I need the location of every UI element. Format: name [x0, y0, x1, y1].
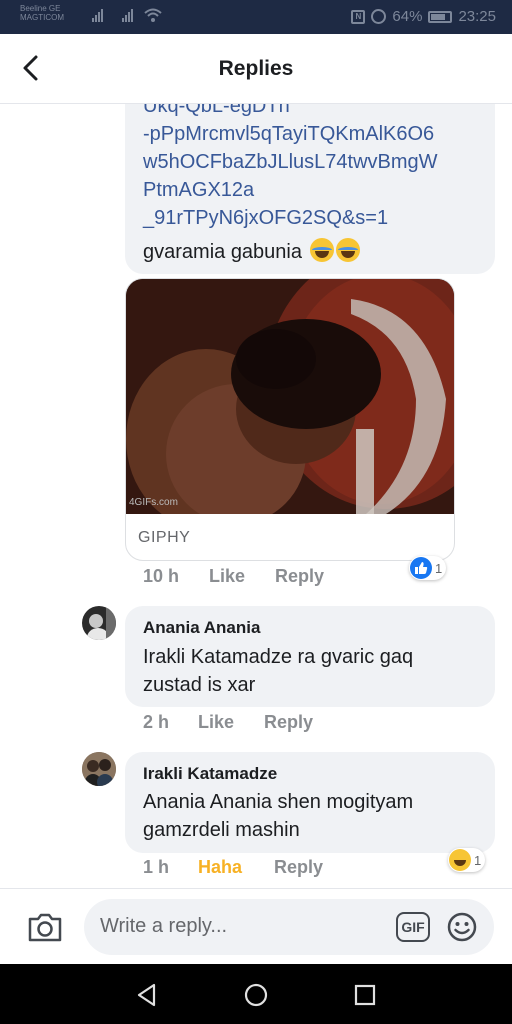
joy-emoji [309, 238, 334, 262]
haha-reaction-button[interactable]: Haha [198, 857, 242, 878]
comment-text-1-value: gvaramia gabunia [143, 241, 302, 263]
alarm-icon [371, 9, 387, 24]
header: Replies [0, 34, 512, 104]
link-line-4[interactable]: PtmAGX12a [143, 176, 438, 204]
like-button-2[interactable]: Like [198, 712, 234, 733]
link-line-5[interactable]: _91rTPyN6jxOFG2SQ&s=1 [143, 204, 438, 232]
author-name-2[interactable]: Anania Anania [143, 618, 260, 638]
reply-composer: Write a reply... GIF [0, 888, 512, 964]
like-icon [410, 557, 432, 579]
battery-icon [428, 10, 453, 23]
comment-time-1: 10 h [143, 566, 180, 586]
reply-button-2[interactable]: Reply [264, 712, 313, 733]
link-line-3[interactable]: w5hOCFbaZbJLlusL74twvBmgW [143, 148, 438, 176]
recents-square-icon[interactable] [352, 982, 378, 1008]
gif-card[interactable]: 4GIFs.com GIPHY [125, 278, 455, 561]
back-triangle-icon[interactable] [134, 982, 160, 1008]
reply-button-3[interactable]: Reply [274, 857, 323, 878]
author-name-3[interactable]: Irakli Katamadze [143, 764, 277, 784]
comment-text-3: Anania Anania shen mogityam gamzrdeli ma… [143, 788, 413, 844]
camera-icon[interactable] [27, 911, 63, 943]
page-title: Replies [218, 57, 294, 80]
reply-input[interactable]: Write a reply... GIF [84, 899, 494, 955]
carrier-label: Beeline GE MAGTICOM [20, 4, 64, 22]
gif-image[interactable]: 4GIFs.com [126, 279, 454, 514]
comment-text-1: gvaramia gabunia [143, 238, 360, 266]
gif-watermark: 4GIFs.com [129, 497, 178, 508]
comment-time-3: 1 h [143, 857, 170, 877]
nfc-icon: N [351, 9, 366, 24]
reaction-badge-1[interactable]: 1 [409, 556, 447, 580]
home-circle-icon[interactable] [243, 982, 269, 1008]
battery-percent: 64% [392, 8, 423, 25]
reply-placeholder[interactable]: Write a reply... [100, 915, 227, 938]
status-bar: Beeline GE MAGTICOM N 64% 23:25 [0, 0, 512, 34]
comment-text-2: Irakli Katamadze ra gvaric gaq zustad is… [143, 643, 413, 699]
like-button-1[interactable]: Like [209, 566, 245, 587]
clock: 23:25 [458, 8, 496, 25]
reaction-badge-3[interactable]: 1 [448, 848, 486, 872]
comment-meta-3: 1 h Haha Reply [0, 857, 512, 881]
signal-icon-2 [122, 8, 133, 22]
comment-link[interactable]: Ukq-QbL-egDTh -pPpMrcmvl5qTayiTQKmAlK6O6… [143, 92, 438, 232]
comment-line: Irakli Katamadze ra gvaric gaq [143, 646, 414, 668]
comment-meta-2: 2 h Like Reply [0, 712, 512, 736]
reply-button-1[interactable]: Reply [275, 566, 324, 587]
comment-line: gamzrdeli mashin [143, 819, 300, 841]
link-line-2[interactable]: -pPpMrcmvl5qTayiTQKmAlK6O6 [143, 120, 438, 148]
smiley-icon[interactable] [446, 911, 478, 943]
wifi-icon [144, 8, 162, 22]
comment-time-2: 2 h [143, 712, 170, 732]
haha-icon [449, 849, 471, 871]
avatar[interactable] [82, 752, 116, 786]
carrier-1: Beeline GE [20, 4, 61, 13]
gif-button[interactable]: GIF [396, 912, 430, 942]
carrier-2: MAGTICOM [20, 13, 64, 22]
replies-sheet: Replies Ukq-QbL-egDTh -pPpMrcmvl5qTayiTQ… [0, 34, 512, 964]
gif-source-label: GIPHY [138, 529, 191, 546]
reaction-count-3: 1 [474, 852, 482, 868]
system-nav-bar [0, 964, 512, 1024]
comment-line: zustad is xar [143, 674, 256, 696]
signal-icon [92, 8, 103, 22]
avatar[interactable] [82, 606, 116, 640]
status-right: N 64% 23:25 [351, 8, 496, 25]
joy-emoji-2 [335, 238, 360, 262]
reaction-count-1: 1 [435, 560, 443, 576]
comment-line: Anania Anania shen mogityam [143, 791, 414, 813]
gif-illustration [126, 279, 454, 514]
